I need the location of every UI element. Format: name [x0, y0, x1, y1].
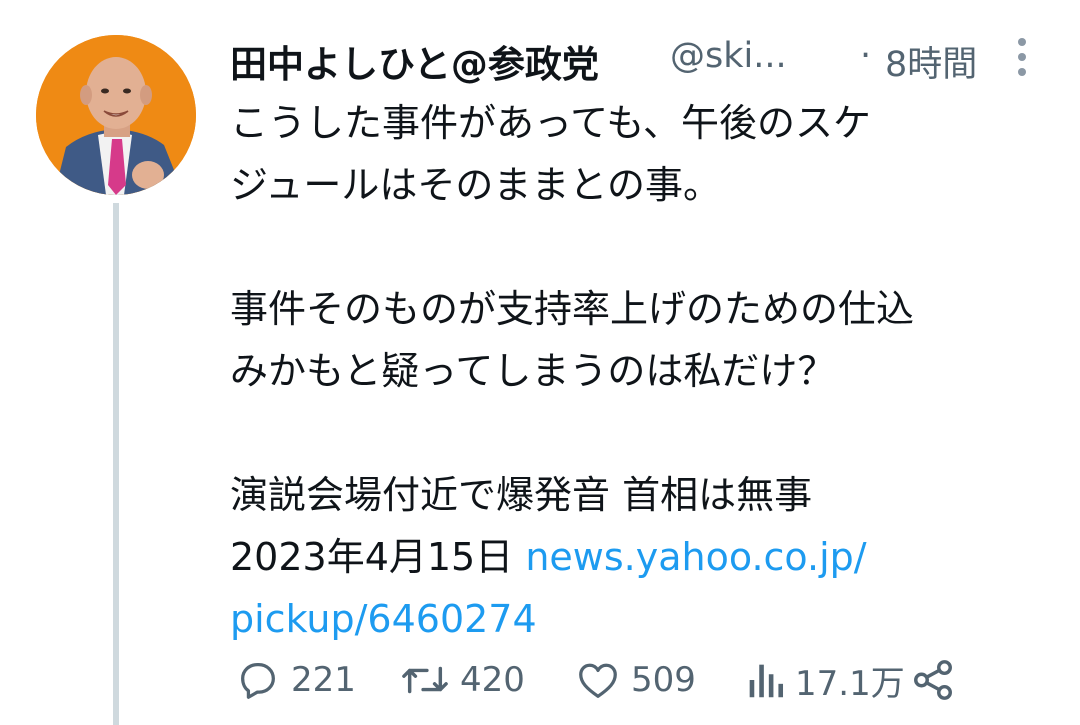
like-button[interactable]: 509 — [575, 652, 696, 708]
user-handle[interactable]: @ski... — [670, 36, 787, 76]
news-line: 2023年4月15日 news.yahoo.co.jp/ — [230, 526, 1060, 588]
reply-count: 221 — [291, 660, 356, 700]
views-icon — [749, 664, 784, 698]
tweet-header: 田中よしひと@参政党 @ski... · 8時間 — [230, 30, 1060, 87]
retweet-count: 420 — [460, 660, 525, 700]
text-line: 事件そのものが支持率上げのための仕込 — [230, 287, 915, 331]
text-line: みかもと疑ってしまうのは私だけ？ — [230, 349, 836, 393]
thread-line — [113, 203, 119, 725]
heart-icon — [579, 663, 617, 698]
separator-dot: · — [860, 36, 872, 76]
reply-button[interactable]: 221 — [235, 652, 356, 708]
avatar[interactable] — [36, 35, 196, 195]
tweet-text: こうした事件があっても、午後のスケ ジュールはそのままとの事。 事件そのものが支… — [230, 92, 1060, 650]
tweet[interactable]: 田中よしひと@参政党 @ski... · 8時間 こうした事件があっても、午後の… — [0, 0, 1080, 725]
views-count: 17.1万 — [795, 663, 905, 704]
news-link-continued[interactable]: pickup/6460274 — [230, 597, 537, 641]
news-date: 2023年4月15日 — [230, 535, 514, 579]
more-options-icon[interactable] — [1002, 30, 1042, 84]
like-count: 509 — [631, 660, 696, 700]
avatar-photo — [36, 35, 196, 195]
text-line: ジュールはそのままとの事。 — [230, 163, 721, 207]
text-line: こうした事件があっても、午後のスケ — [230, 101, 872, 145]
news-link[interactable]: news.yahoo.co.jp/ — [525, 535, 866, 579]
retweet-icon — [402, 666, 448, 694]
link-line: pickup/6460274 — [230, 588, 1060, 650]
reply-icon — [241, 663, 275, 699]
timestamp[interactable]: 8時間 — [885, 36, 977, 87]
views-button[interactable]: 17.1万 — [745, 652, 905, 708]
share-icon — [914, 660, 952, 700]
news-title: 演説会場付近で爆発音 首相は無事 — [230, 473, 813, 517]
share-button[interactable] — [910, 652, 956, 708]
display-name[interactable]: 田中よしひと@参政党 — [230, 34, 599, 88]
action-bar: 221 420 509 17.1万 — [230, 652, 1060, 708]
retweet-button[interactable]: 420 — [400, 652, 525, 708]
